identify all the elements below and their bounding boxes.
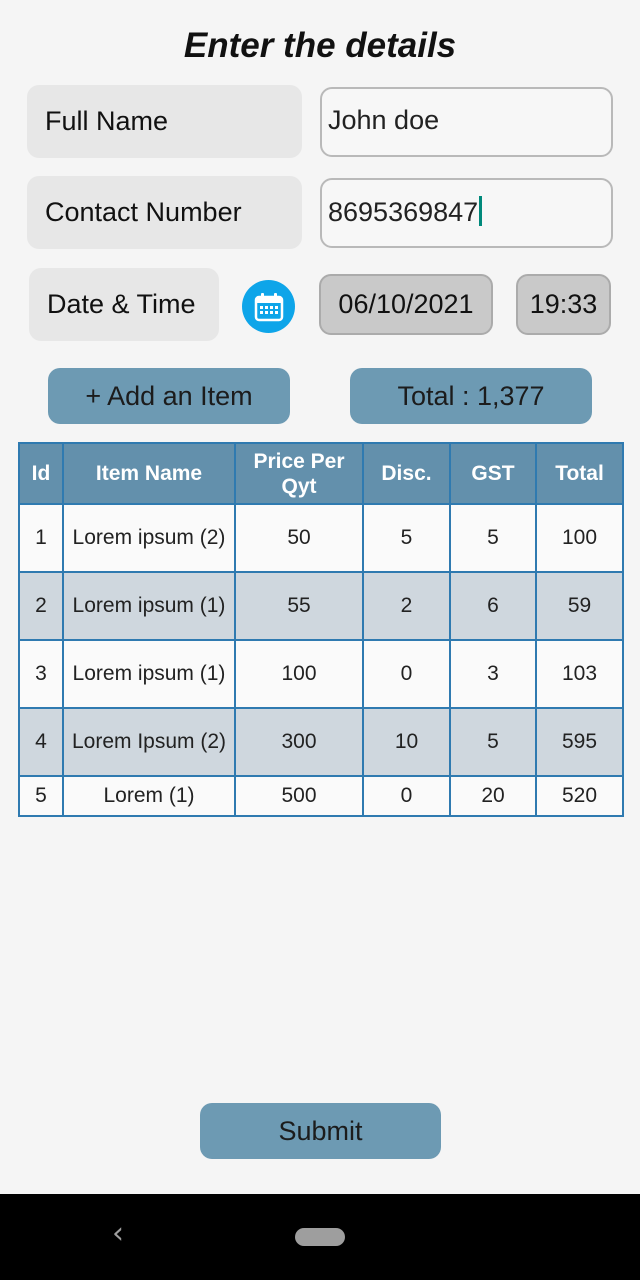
cell-price: 300 xyxy=(234,707,364,777)
date-field[interactable]: 06/10/2021 xyxy=(319,274,493,335)
back-icon[interactable]: ‹ xyxy=(112,1216,124,1251)
cell-gst: 20 xyxy=(449,775,537,817)
cell-total: 59 xyxy=(535,571,624,641)
add-item-button[interactable]: + Add an Item xyxy=(48,368,290,424)
table-row[interactable]: 4 Lorem Ipsum (2) 300 10 5 595 xyxy=(18,707,624,777)
home-pill-icon[interactable] xyxy=(295,1228,345,1246)
cell-id: 1 xyxy=(18,503,64,573)
navigation-bar: ‹ xyxy=(0,1194,640,1280)
cell-gst: 5 xyxy=(449,707,537,777)
cell-id: 3 xyxy=(18,639,64,709)
full-name-value: John doe xyxy=(328,105,440,135)
cell-item-name: Lorem ipsum (1) xyxy=(62,571,236,641)
cell-discount: 5 xyxy=(362,503,451,573)
cell-item-name: Lorem ipsum (1) xyxy=(62,639,236,709)
cell-gst: 3 xyxy=(449,639,537,709)
contact-number-label: Contact Number xyxy=(27,176,302,249)
cell-total: 100 xyxy=(535,503,624,573)
cell-price: 500 xyxy=(234,775,364,817)
date-time-label: Date & Time xyxy=(29,268,219,341)
table-header-row: Id Item Name Price Per Qyt Disc. GST Tot… xyxy=(18,442,624,505)
cell-discount: 0 xyxy=(362,775,451,817)
cell-id: 2 xyxy=(18,571,64,641)
cell-id: 4 xyxy=(18,707,64,777)
table-row[interactable]: 5 Lorem (1) 500 0 20 520 xyxy=(18,775,624,817)
cell-item-name: Lorem ipsum (2) xyxy=(62,503,236,573)
cell-total: 103 xyxy=(535,639,624,709)
cell-item-name: Lorem Ipsum (2) xyxy=(62,707,236,777)
text-cursor xyxy=(479,196,483,226)
contact-number-input[interactable]: 8695369847 xyxy=(320,178,613,248)
cell-price: 100 xyxy=(234,639,364,709)
cell-price: 50 xyxy=(234,503,364,573)
header-price: Price Per Qyt xyxy=(234,442,364,505)
table-row[interactable]: 2 Lorem ipsum (1) 55 2 6 59 xyxy=(18,571,624,641)
table-row[interactable]: 3 Lorem ipsum (1) 100 0 3 103 xyxy=(18,639,624,709)
header-gst: GST xyxy=(449,442,537,505)
cell-discount: 2 xyxy=(362,571,451,641)
cell-total: 520 xyxy=(535,775,624,817)
page-title: Enter the details xyxy=(183,26,457,65)
header-item-name: Item Name xyxy=(62,442,236,505)
header-id: Id xyxy=(18,442,64,505)
calendar-button[interactable] xyxy=(242,280,295,333)
calendar-icon xyxy=(254,292,283,321)
full-name-label: Full Name xyxy=(27,85,302,158)
items-table: Id Item Name Price Per Qyt Disc. GST Tot… xyxy=(18,442,624,817)
header-total: Total xyxy=(535,442,624,505)
cell-discount: 0 xyxy=(362,639,451,709)
cell-total: 595 xyxy=(535,707,624,777)
total-display: Total : 1,377 xyxy=(350,368,592,424)
cell-gst: 6 xyxy=(449,571,537,641)
submit-button[interactable]: Submit xyxy=(200,1103,441,1159)
full-name-input[interactable]: John doe xyxy=(320,87,613,157)
cell-id: 5 xyxy=(18,775,64,817)
cell-discount: 10 xyxy=(362,707,451,777)
table-row[interactable]: 1 Lorem ipsum (2) 50 5 5 100 xyxy=(18,503,624,573)
contact-number-value: 8695369847 xyxy=(328,197,479,227)
cell-price: 55 xyxy=(234,571,364,641)
header-discount: Disc. xyxy=(362,442,451,505)
time-field[interactable]: 19:33 xyxy=(516,274,611,335)
cell-item-name: Lorem (1) xyxy=(62,775,236,817)
cell-gst: 5 xyxy=(449,503,537,573)
